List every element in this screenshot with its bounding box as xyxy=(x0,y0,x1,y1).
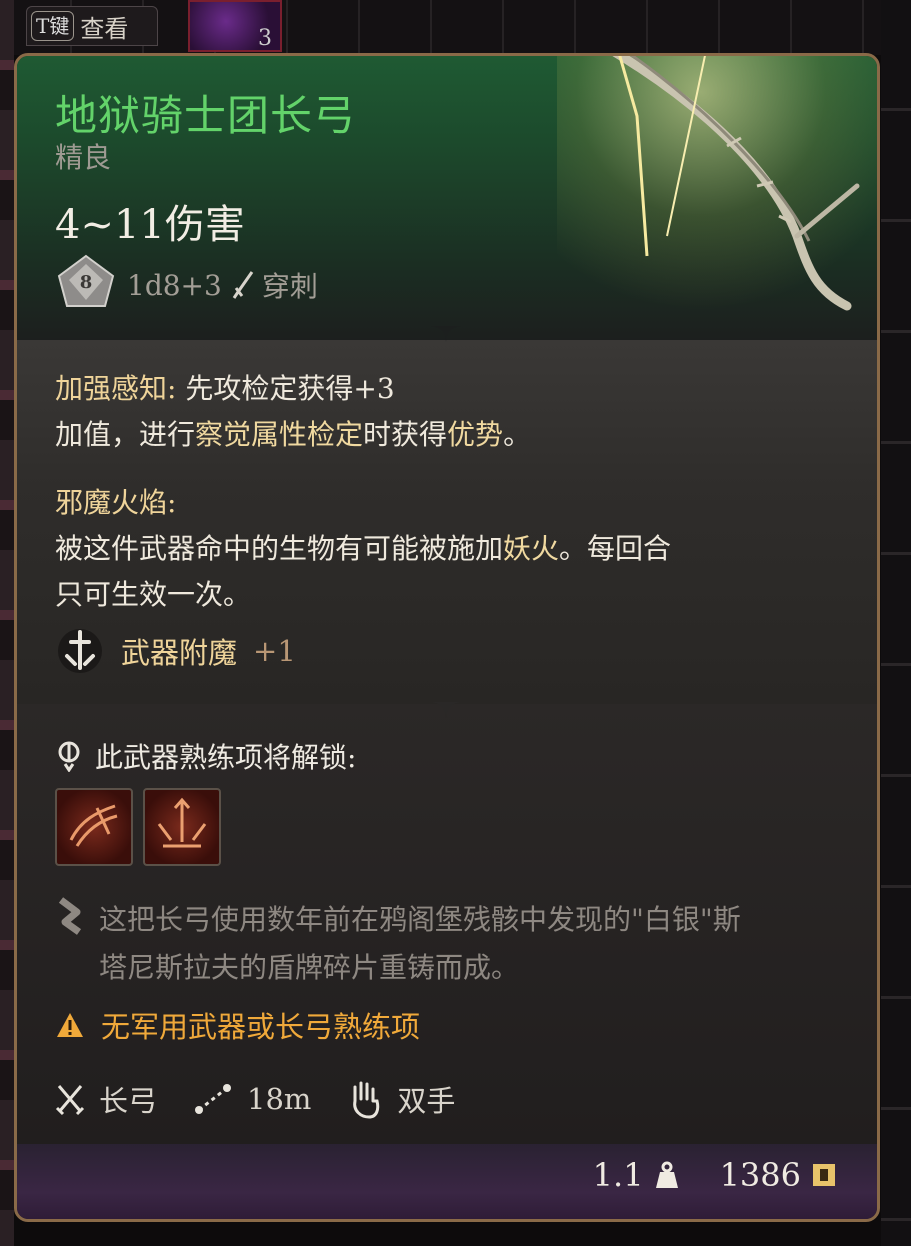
gold-value: 1386 xyxy=(720,1156,837,1194)
proficiency-action-icon-2[interactable] xyxy=(143,788,221,866)
longbow-illustration xyxy=(612,56,860,311)
proficiency-warning: 无军用武器或长弓熟练项 xyxy=(55,1004,420,1046)
hand-icon xyxy=(353,1081,380,1119)
item-rarity: 精良 xyxy=(55,141,112,174)
lore-line1: 这把长弓使用数年前在鸦阁堡残骸中发现的"白银"斯 xyxy=(99,903,741,936)
item-name: 地狱骑士团长弓 xyxy=(55,91,357,140)
warning-text: 无军用武器或长弓熟练项 xyxy=(101,1010,421,1044)
weapon-enchant-label: 武器附魔 xyxy=(121,636,238,670)
range-prop: 18m xyxy=(193,1082,311,1116)
handedness-label: 双手 xyxy=(397,1084,456,1118)
weapon-type-prop: 长弓 xyxy=(55,1078,157,1120)
item-damage: 4~11伤害 xyxy=(55,202,245,248)
fiend-text-pre: 被这件武器命中的生物有可能被施加 xyxy=(55,532,504,565)
section-notch xyxy=(431,326,461,342)
proficiency-actions xyxy=(55,788,221,866)
damage-dice-row: 8 1d8+3 穿刺 xyxy=(55,254,318,316)
proficiency-icon xyxy=(58,741,80,772)
crossed-swords-icon xyxy=(55,1085,85,1116)
fiendish-flames: 邪魔火焰: 被这件武器命中的生物有可能被施加妖火。每回合 只可生效一次。 xyxy=(55,480,671,618)
lore-description: 这把长弓使用数年前在鸦阁堡残骸中发现的"白银"斯 塔尼斯拉夫的盾牌碎片重铸而成。 xyxy=(55,896,839,992)
inventory-left-column xyxy=(0,0,14,1246)
proficiency-unlock-label: 此武器熟练项将解锁: xyxy=(95,741,357,774)
section-notch-2 xyxy=(431,702,461,718)
weapon-type-label: 长弓 xyxy=(99,1084,158,1118)
fiend-line2: 只可生效一次。 xyxy=(55,578,252,611)
dice-face-label: 8 xyxy=(80,272,93,293)
faerie-fire-link[interactable]: 妖火 xyxy=(503,532,559,565)
proficiency-action-icon-1[interactable] xyxy=(55,788,133,866)
warning-icon xyxy=(57,1013,83,1037)
item-tooltip: 地狱骑士团长弓 精良 4~11伤害 8 1d8+3 穿刺 加强感知: 先攻检定获… xyxy=(14,53,880,1222)
proficiency-unlock: 此武器熟练项将解锁: xyxy=(55,736,356,776)
inspect-label: 查看 xyxy=(80,14,129,43)
weapon-enchantment: 武器附魔 +1 xyxy=(55,626,296,676)
footer-values: 1.1 1386 xyxy=(593,1156,837,1194)
range-icon xyxy=(195,1084,232,1114)
perception-text-pre: 加值，进行 xyxy=(55,418,196,451)
advantage-link[interactable]: 优势 xyxy=(447,418,503,451)
perception-title: 加强感知 xyxy=(55,372,168,405)
inspect-hint[interactable]: T键 查看 xyxy=(26,6,158,46)
perception-text-end: 。 xyxy=(503,418,532,451)
inventory-right-column xyxy=(881,0,911,1246)
slot-stack-count: 3 xyxy=(258,26,272,51)
tooltip-header: 地狱骑士团长弓 精良 4~11伤害 8 1d8+3 穿刺 xyxy=(17,56,877,340)
perception-line1: 先攻检定获得+3 xyxy=(185,372,395,405)
weight-number: 1.1 xyxy=(592,1156,644,1194)
fiend-text-end: 。每回合 xyxy=(559,532,672,565)
gold-coin-icon xyxy=(813,1164,835,1186)
weight-value: 1.1 xyxy=(593,1156,680,1194)
perception-check-link[interactable]: 察觉属性检定 xyxy=(195,418,363,451)
perception-text-mid: 时获得 xyxy=(363,418,448,451)
weight-icon xyxy=(655,1161,678,1188)
weapon-enchant-value: +1 xyxy=(253,634,296,668)
damage-type: 穿刺 xyxy=(232,265,318,305)
damage-type-label: 穿刺 xyxy=(261,270,318,303)
piercing-icon xyxy=(232,271,254,299)
weapon-properties: 长弓 18m 双手 xyxy=(55,1078,473,1120)
fiend-title: 邪魔火焰: xyxy=(55,486,177,519)
quill-icon xyxy=(58,897,82,935)
dice-formula: 1d8+3 xyxy=(127,268,222,302)
gold-number: 1386 xyxy=(719,1156,801,1194)
range-label: 18m xyxy=(247,1082,312,1116)
t-key-chip: T键 xyxy=(31,11,75,41)
handedness-prop: 双手 xyxy=(347,1078,455,1120)
weapon-enchant-icon xyxy=(58,629,102,673)
d8-dice-icon: 8 xyxy=(57,254,115,307)
enhanced-perception: 加强感知: 先攻检定获得+3 加值，进行察觉属性检定时获得优势。 xyxy=(55,372,532,451)
lore-line2: 塔尼斯拉夫的盾牌碎片重铸而成。 xyxy=(99,951,520,984)
